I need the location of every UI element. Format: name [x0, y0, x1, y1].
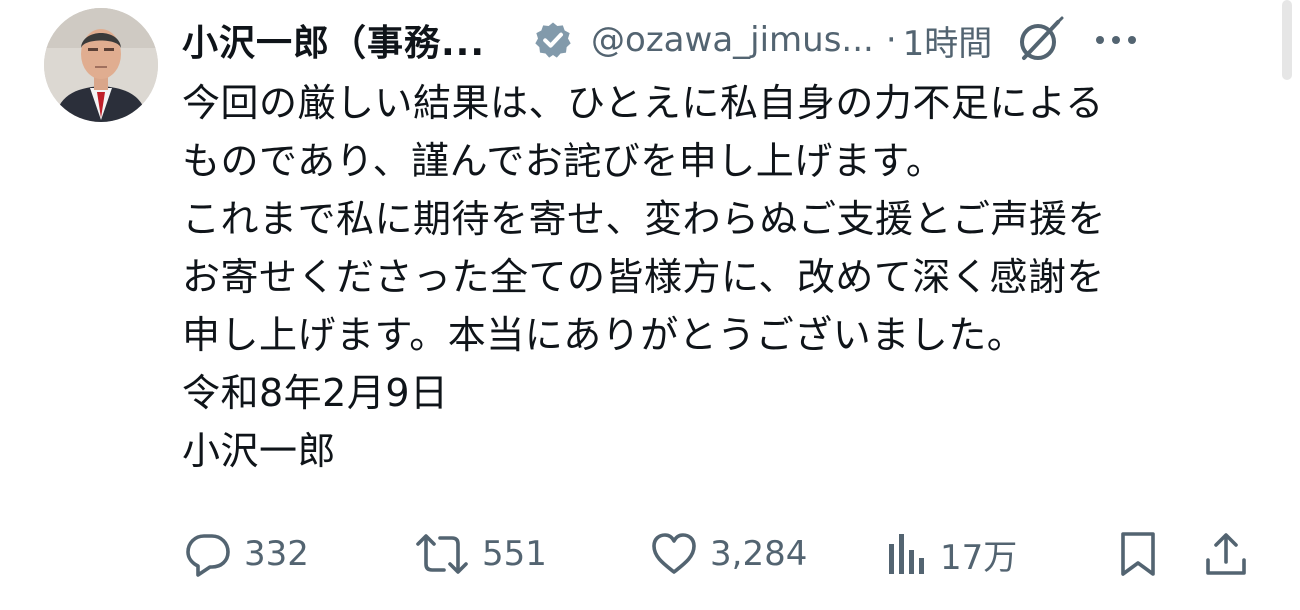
more-icon[interactable] [1094, 30, 1138, 50]
tweet-text: 今回の厳しい結果は、ひとえに私自身の力不足による ものであり、謹んでお詫びを申し… [182, 74, 1272, 480]
avatar[interactable] [44, 8, 158, 122]
reply-count: 332 [244, 534, 309, 574]
tweet-line: 申し上げます。本当にありがとうございました。 [182, 313, 1026, 357]
tweet-date: 令和8年2月9日 [182, 371, 449, 415]
timestamp[interactable]: 1時間 [903, 16, 993, 65]
author-handle[interactable]: @ozawa_jimus... [591, 20, 874, 60]
tweet-line: これまで私に期待を寄せ、変わらぬご支援とご声援を [182, 197, 1107, 241]
author-name[interactable]: 小沢一郎（事務... [182, 14, 485, 66]
tweet-signature: 小沢一郎 [182, 429, 337, 473]
share-button[interactable] [1204, 526, 1248, 582]
tweet-line: ものであり、謹んでお詫びを申し上げます。 [182, 139, 945, 183]
bookmark-icon [1121, 532, 1155, 576]
reply-button[interactable]: 332 [184, 526, 309, 582]
repost-icon [416, 534, 468, 574]
reply-icon [186, 534, 230, 577]
share-icon [1206, 533, 1246, 575]
action-bar: 332 551 3,284 17万 [184, 526, 1264, 582]
bookmark-button[interactable] [1118, 526, 1158, 582]
tweet-header: 小沢一郎（事務... @ozawa_jimus... · 1時間 [182, 10, 1262, 70]
repost-button[interactable]: 551 [414, 526, 547, 582]
views-count: 17万 [940, 537, 1018, 578]
verified-badge-icon[interactable] [533, 20, 573, 60]
repost-count: 551 [482, 534, 547, 574]
tweet-line: 今回の厳しい結果は、ひとえに私自身の力不足による [182, 81, 1104, 125]
views-button[interactable]: 17万 [886, 526, 1017, 582]
separator-dot: · [885, 20, 897, 60]
like-button[interactable]: 3,284 [650, 526, 807, 582]
avatar-photo [44, 8, 158, 122]
like-icon [652, 533, 696, 574]
grok-icon[interactable] [1014, 14, 1066, 66]
scrollbar[interactable] [1282, 0, 1292, 80]
views-icon [889, 534, 924, 574]
tweet-line: お寄せくださった全ての皆様方に、改めて深く感謝を [182, 255, 1105, 299]
like-count: 3,284 [710, 534, 808, 574]
